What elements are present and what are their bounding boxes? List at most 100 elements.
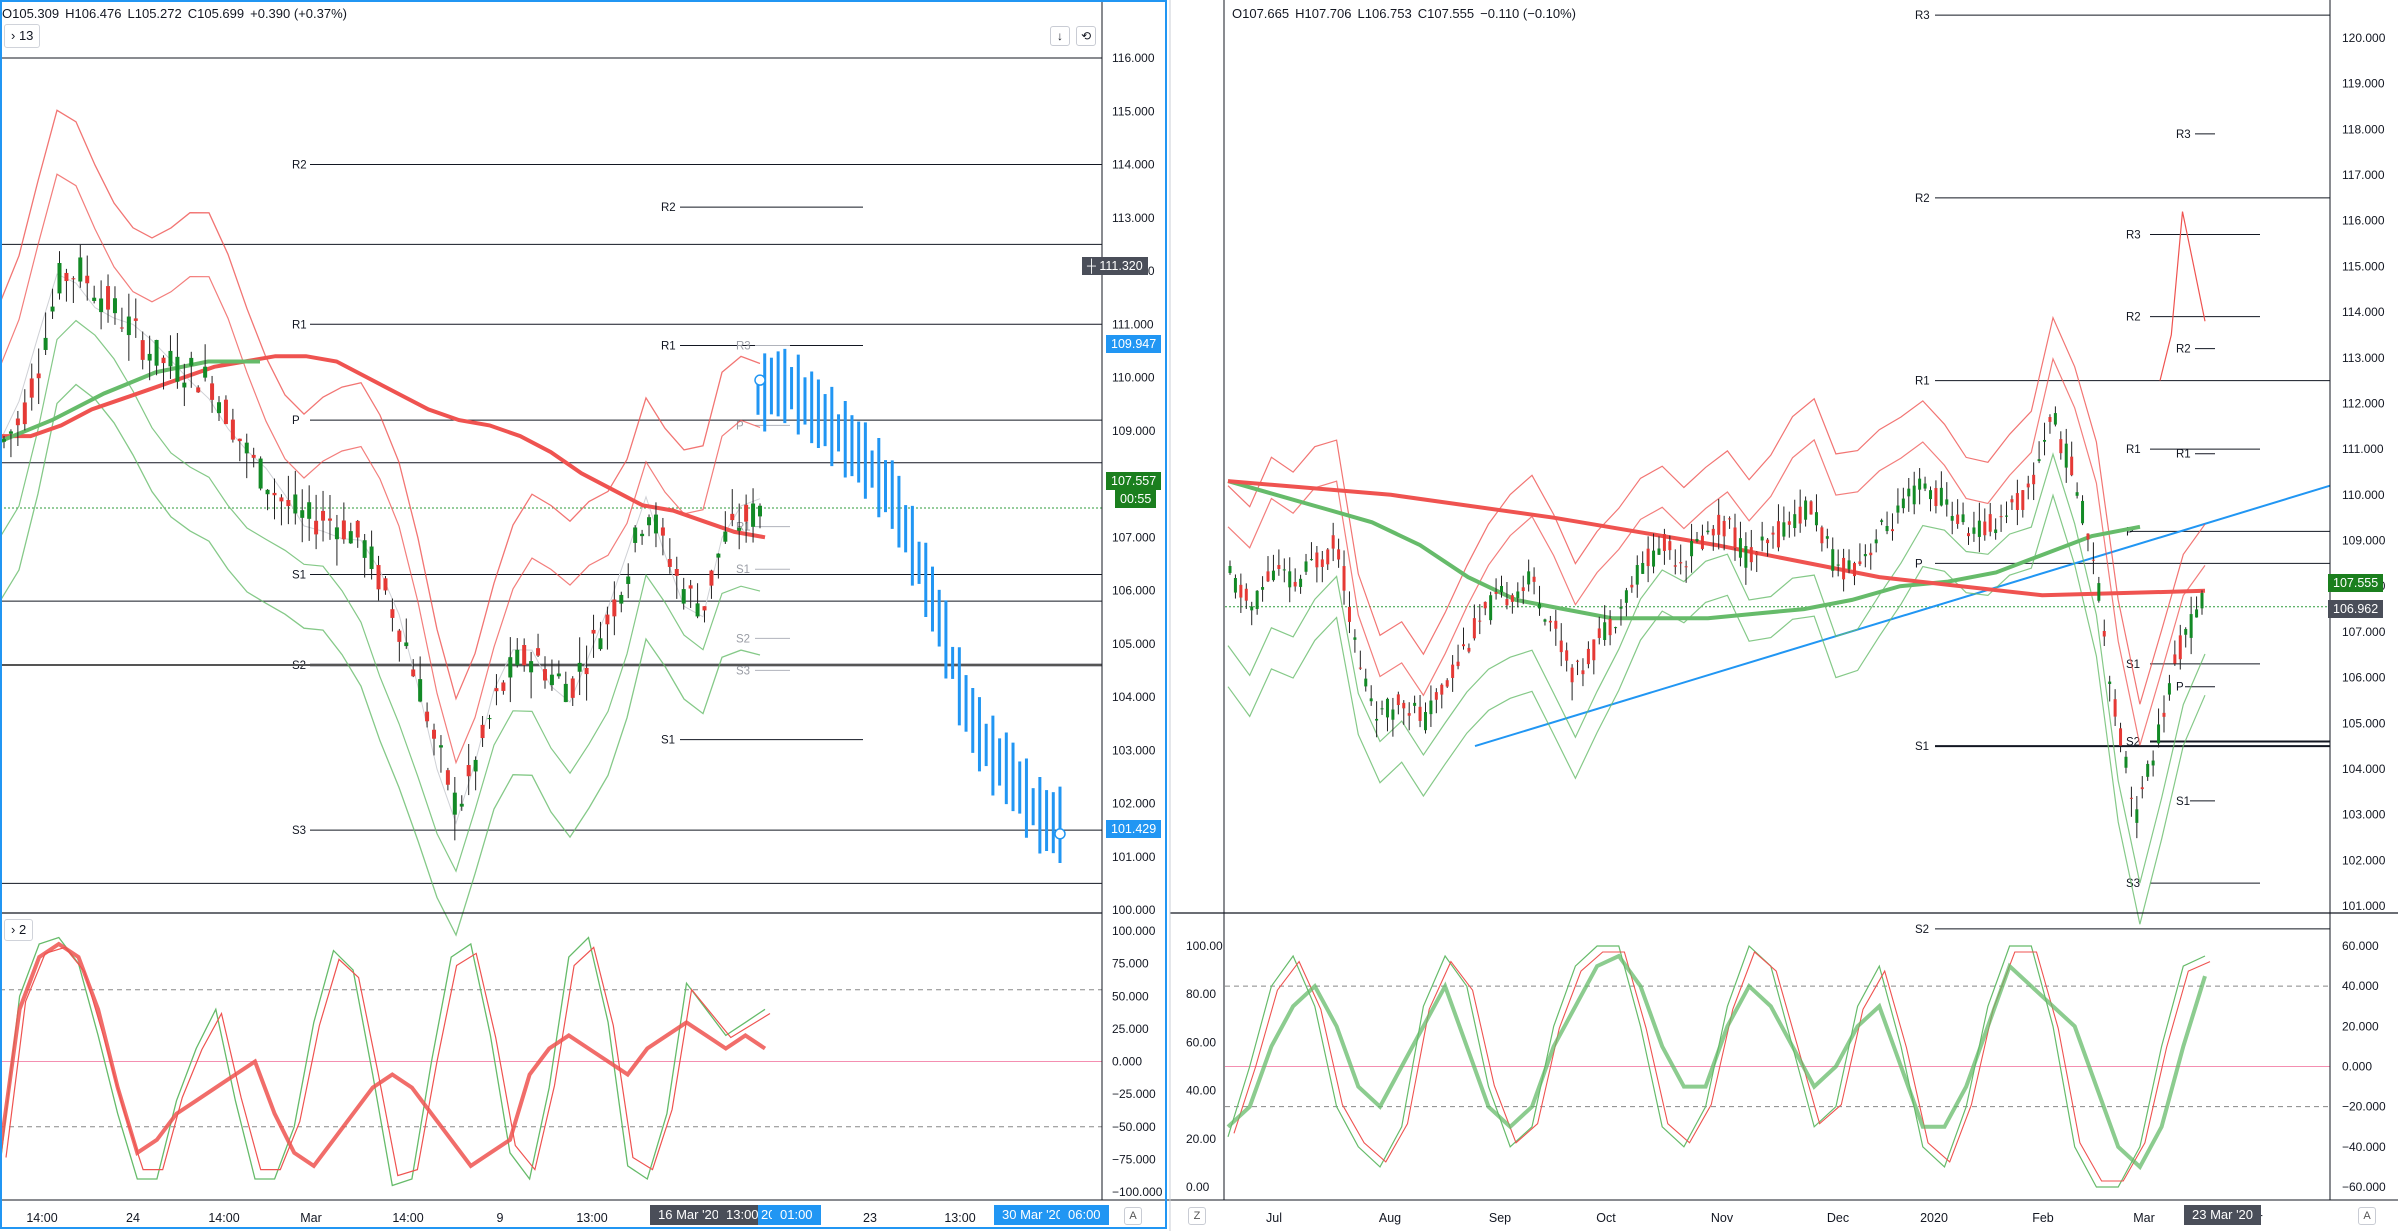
right-candle-body-10 bbox=[1282, 569, 1286, 571]
right-candle-body-106 bbox=[1804, 500, 1808, 520]
right-candle-body-61 bbox=[1559, 640, 1563, 653]
right-price-tick-4: 116.000 bbox=[2342, 214, 2385, 228]
left-price-tick-10: 106.000 bbox=[1112, 584, 1156, 598]
right-candle-body-89 bbox=[1711, 528, 1715, 536]
right-candle-body-56 bbox=[1532, 576, 1536, 582]
left-high: H106.476 bbox=[65, 6, 122, 21]
right-pivot-label-11: R1 bbox=[2176, 449, 2191, 461]
left-price-tick-16: 100.000 bbox=[1112, 903, 1156, 917]
left-candle-body-68 bbox=[473, 759, 478, 772]
left-candle-body-33 bbox=[230, 419, 235, 440]
left-candle-body-35 bbox=[244, 442, 249, 454]
right-candle-body-99 bbox=[1766, 539, 1770, 544]
left-pivot-label-14: S3 bbox=[736, 665, 750, 677]
right-candle-body-156 bbox=[2075, 492, 2079, 496]
right-candle-body-64 bbox=[1576, 660, 1580, 662]
left-candle-body-89 bbox=[619, 594, 624, 604]
right-candle-body-53 bbox=[1516, 591, 1520, 599]
left-candle-body-87 bbox=[605, 614, 610, 625]
right-candle-body-92 bbox=[1728, 518, 1732, 520]
left-candle-body-79 bbox=[549, 674, 554, 686]
right-zoom-button[interactable]: Z bbox=[1188, 1207, 1206, 1225]
left-candle-body-84 bbox=[584, 667, 589, 675]
left-candle-body-63 bbox=[438, 745, 443, 748]
right-candle-body-108 bbox=[1814, 512, 1818, 526]
right-candle-body-24 bbox=[1358, 667, 1362, 669]
right-candle-body-46 bbox=[1478, 620, 1482, 622]
right-auto-scale-button[interactable]: A bbox=[2358, 1207, 2376, 1225]
right-candle-body-160 bbox=[2097, 583, 2101, 601]
chart-canvas[interactable]: R2R1PS1S2S3R2R1S1R3PR1S1S2S3 R3R2R1PS1S2… bbox=[0, 0, 2398, 1231]
left-time-tick-4: 14:00 bbox=[392, 1211, 423, 1225]
right-candle-body-70 bbox=[1608, 618, 1612, 636]
right-candle-body-164 bbox=[2119, 728, 2123, 746]
maximize-icon[interactable]: ⟲ bbox=[1076, 26, 1096, 46]
blue-low-price-tag: 101.429 bbox=[1106, 820, 1162, 838]
right-candle-body-131 bbox=[1939, 487, 1943, 506]
right-candle-body-57 bbox=[1538, 603, 1542, 609]
right-price-tick-0: 120.000 bbox=[2342, 31, 2386, 45]
left-candle-body-10 bbox=[71, 278, 76, 280]
download-icon[interactable]: ↓ bbox=[1050, 26, 1070, 46]
right-candle-body-19 bbox=[1331, 535, 1335, 549]
right-candle-body-147 bbox=[2026, 483, 2030, 488]
right-candle-body-149 bbox=[2037, 459, 2041, 462]
left-price-tick-2: 114.000 bbox=[1112, 158, 1155, 172]
right-pivot-label-6: R3 bbox=[2176, 129, 2191, 141]
left-price-tick-7: 109.000 bbox=[1112, 424, 1156, 438]
right-candle-body-59 bbox=[1548, 620, 1552, 623]
left-candle-body-91 bbox=[633, 527, 638, 543]
left-time-tick-8: 13:00 bbox=[944, 1211, 975, 1225]
right-price-tick-19: 101.000 bbox=[2342, 899, 2386, 913]
left-time-badge-4: 06:00 bbox=[1060, 1205, 1109, 1225]
right-candle-body-14 bbox=[1304, 561, 1308, 572]
right-candle-body-74 bbox=[1630, 584, 1634, 588]
right-candle-body-120 bbox=[1880, 520, 1884, 522]
left-candle-body-75 bbox=[522, 645, 527, 666]
right-candle-body-49 bbox=[1494, 591, 1498, 594]
right-candle-body-102 bbox=[1782, 522, 1786, 537]
left-main-collapse-button[interactable]: › 13 bbox=[4, 24, 41, 48]
left-time-tick-2: 14:00 bbox=[208, 1211, 239, 1225]
right-candle-body-41 bbox=[1451, 664, 1455, 678]
left-candle-body-94 bbox=[653, 514, 658, 534]
left-date-badge-1: 16 Mar '20 bbox=[650, 1205, 728, 1225]
left-time-tick-7: 23 bbox=[863, 1211, 877, 1225]
right-candle-body-67 bbox=[1592, 639, 1596, 661]
right-candle-body-66 bbox=[1586, 648, 1590, 665]
left-osc-collapse-button[interactable]: › 2 bbox=[4, 919, 34, 941]
right-candle-body-34 bbox=[1413, 702, 1417, 706]
right-candle-body-117 bbox=[1863, 554, 1867, 557]
left-candle-body-26 bbox=[182, 382, 187, 388]
left-auto-scale-button[interactable]: A bbox=[1124, 1207, 1142, 1225]
left-candle-body-0 bbox=[2, 439, 6, 442]
right-candle-body-133 bbox=[1950, 515, 1954, 521]
left-main-indicator-count: 13 bbox=[18, 28, 34, 43]
left-price-tick-1: 115.000 bbox=[1112, 104, 1155, 118]
right-last-price-tag: 107.555 bbox=[2328, 574, 2384, 592]
right-candle-body-52 bbox=[1510, 595, 1514, 602]
right-candle-body-43 bbox=[1461, 644, 1465, 647]
right-osc-tick-2: 20.000 bbox=[2342, 1019, 2379, 1033]
left-candle-body-106 bbox=[737, 527, 742, 531]
left-price-tick-12: 104.000 bbox=[1112, 690, 1156, 704]
left-candle-body-28 bbox=[196, 387, 201, 393]
right-price-tick-17: 103.000 bbox=[2342, 808, 2386, 822]
left-candle-body-60 bbox=[418, 679, 423, 702]
right-osc-tick-6: −60.000 bbox=[2342, 1180, 2386, 1194]
right-pivot-label-15: P bbox=[2176, 682, 2184, 694]
right-price-tick-13: 107.000 bbox=[2342, 625, 2386, 639]
right-candle-body-4 bbox=[1250, 606, 1254, 611]
left-time-tick-0: 14:00 bbox=[26, 1211, 57, 1225]
right-time-tick-0: Jul bbox=[1266, 1211, 1282, 1225]
right-low: L106.753 bbox=[1357, 6, 1412, 21]
left-candle-body-82 bbox=[570, 678, 575, 698]
right-candle-body-40 bbox=[1445, 680, 1449, 687]
right-candle-body-158 bbox=[2086, 533, 2090, 540]
right-pivot-label-4: S1 bbox=[1915, 741, 1929, 753]
left-candle-body-85 bbox=[591, 629, 596, 634]
left-candle-body-23 bbox=[161, 357, 166, 364]
left-candle-body-30 bbox=[210, 383, 215, 400]
right-candle-body-51 bbox=[1505, 599, 1509, 606]
left-osc-tick-3: 25.000 bbox=[1112, 1022, 1149, 1036]
